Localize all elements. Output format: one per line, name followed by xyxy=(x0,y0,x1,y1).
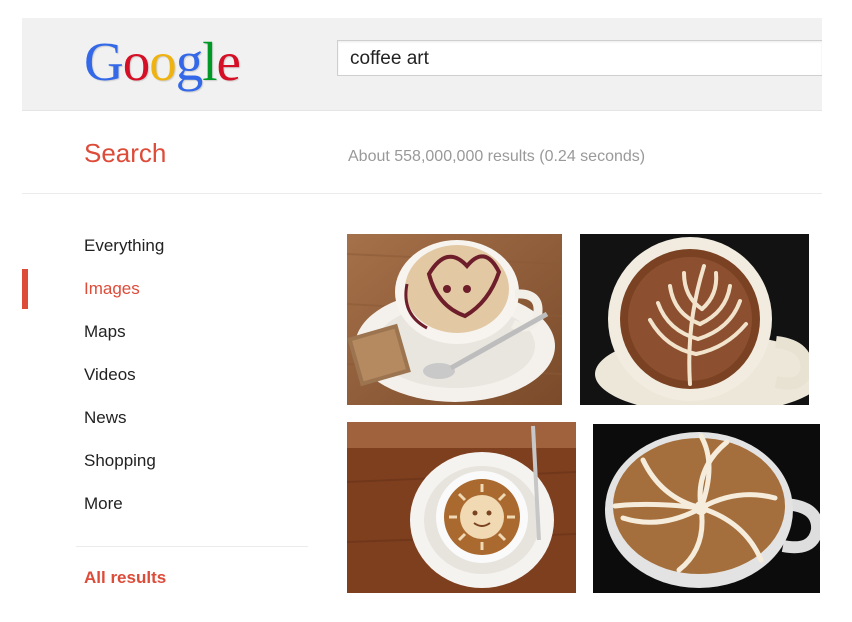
nav-item-maps[interactable]: Maps xyxy=(84,318,309,361)
logo-letter: g xyxy=(175,31,203,92)
result-stats: About 558,000,000 results (0.24 seconds) xyxy=(348,148,646,165)
search-input[interactable] xyxy=(350,47,810,71)
image-result[interactable] xyxy=(347,422,576,593)
nav-item-everything[interactable]: Everything xyxy=(84,232,309,275)
search-box[interactable] xyxy=(337,40,822,76)
logo-letter: o xyxy=(122,31,150,92)
nav-item-images[interactable]: Images xyxy=(84,275,309,318)
image-result[interactable] xyxy=(347,234,562,405)
nav-item-more[interactable]: More xyxy=(84,490,309,533)
image-result[interactable] xyxy=(580,234,809,405)
logo-letter: o xyxy=(149,31,176,92)
search-section-title: Search xyxy=(84,138,167,168)
logo-letter: e xyxy=(216,31,241,92)
active-nav-indicator xyxy=(22,269,28,309)
divider xyxy=(22,193,822,194)
latte-art-sun-photo-icon xyxy=(347,422,576,593)
nav-item-videos[interactable]: Videos xyxy=(84,361,309,404)
all-results-link[interactable]: All results xyxy=(84,568,166,588)
latte-art-swirl-photo-icon xyxy=(593,424,820,593)
nav-item-news[interactable]: News xyxy=(84,404,309,447)
search-results-page: Google Search About 558,000,000 results … xyxy=(0,0,852,622)
header-bar: Google xyxy=(22,18,822,111)
logo-letter: G xyxy=(84,31,124,92)
latte-art-rosetta-photo-icon xyxy=(580,234,809,405)
logo-letter: l xyxy=(202,31,217,92)
search-type-nav: Everything Images Maps Videos News Shopp… xyxy=(84,232,309,533)
latte-art-face-photo-icon xyxy=(347,234,562,405)
nav-divider xyxy=(76,546,308,547)
nav-item-shopping[interactable]: Shopping xyxy=(84,447,309,490)
google-logo[interactable]: Google xyxy=(84,31,241,92)
image-result[interactable] xyxy=(593,424,820,593)
